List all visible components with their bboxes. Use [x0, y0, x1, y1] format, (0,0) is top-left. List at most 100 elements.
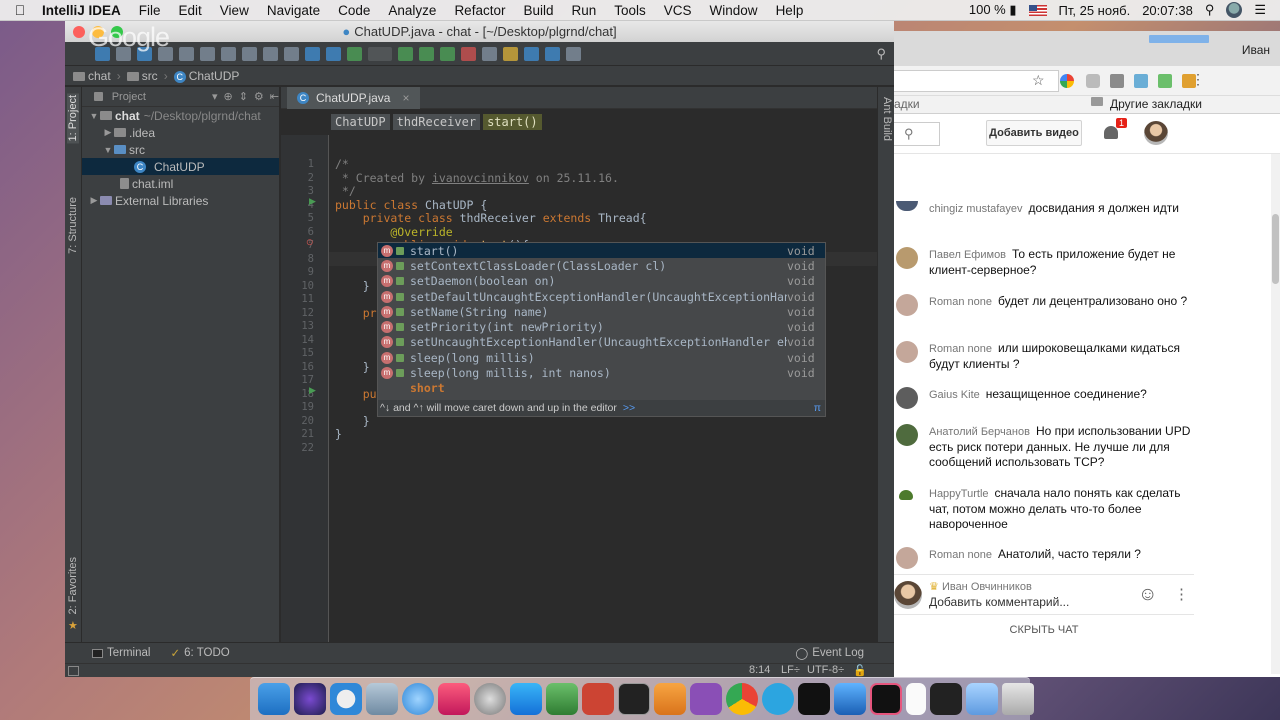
extension-icon[interactable] — [1110, 74, 1124, 88]
back-icon[interactable] — [305, 46, 320, 61]
account-avatar[interactable] — [1144, 121, 1168, 145]
scroll-from-source-icon[interactable]: ⊕ — [223, 90, 232, 103]
menu-navigate[interactable]: Navigate — [258, 3, 329, 18]
tool-windows-toggle-icon[interactable] — [68, 666, 79, 676]
github-icon[interactable] — [690, 683, 722, 715]
view-dropdown-icon[interactable]: ▾ — [212, 90, 218, 103]
replace-icon[interactable] — [284, 46, 299, 61]
chat-author[interactable]: Gaius Kite — [929, 389, 980, 401]
run-gutter-icon[interactable]: ▶ — [309, 196, 316, 207]
stop-icon[interactable] — [461, 46, 476, 61]
file-encoding[interactable]: UTF-8÷ — [807, 664, 844, 676]
debug-icon[interactable] — [419, 46, 434, 61]
chat-author[interactable]: Анатолий Берчанов — [929, 426, 1030, 438]
tab-ant-build[interactable]: Ant Build — [881, 97, 893, 141]
menu-run[interactable]: Run — [563, 3, 606, 18]
caret-position[interactable]: 8:14 — [749, 664, 770, 676]
completion-hint-more-link[interactable]: >> — [623, 402, 635, 414]
chat-author[interactable]: Roman none — [929, 549, 992, 561]
completion-item[interactable]: m sleep(long millis, int nanos) void — [378, 365, 825, 380]
menu-help[interactable]: Help — [767, 3, 813, 18]
more-options-icon[interactable]: ⋮ — [1174, 585, 1189, 603]
run-config-dropdown[interactable] — [368, 46, 392, 61]
telegram-icon[interactable] — [762, 683, 794, 715]
redo-icon[interactable] — [179, 46, 194, 61]
tree-node-idea[interactable]: ▶ .idea — [82, 124, 279, 141]
sdk-icon[interactable] — [524, 46, 539, 61]
messages-icon[interactable] — [402, 683, 434, 715]
cut-icon[interactable] — [200, 46, 215, 61]
menu-refactor[interactable]: Refactor — [445, 3, 514, 18]
app-store-icon[interactable] — [510, 683, 542, 715]
intellij-idea-icon[interactable] — [870, 683, 902, 715]
expand-arrow-icon[interactable]: ▼ — [102, 145, 114, 155]
completion-item[interactable]: m setContextClassLoader(ClassLoader cl) vo… — [378, 258, 825, 273]
terminal-button[interactable]: Terminal — [92, 647, 150, 659]
expand-arrow-icon[interactable]: ▼ — [88, 111, 100, 121]
run-icon[interactable] — [398, 46, 413, 61]
completion-item[interactable]: m setPriority(int newPriority) void — [378, 319, 825, 334]
tree-node-chatudp[interactable]: C ChatUDP — [82, 158, 279, 175]
completion-item[interactable]: m sleep(long millis) void — [378, 350, 825, 365]
completion-item[interactable]: m setName(String name) void — [378, 304, 825, 319]
tab-chatudp-java[interactable]: C ChatUDP.java × — [287, 87, 420, 109]
line-separator[interactable]: LF÷ — [781, 664, 800, 676]
app-icon[interactable] — [834, 683, 866, 715]
settings-icon[interactable] — [503, 46, 518, 61]
hide-chat-button[interactable]: СКРЫТЬ ЧАТ — [894, 614, 1194, 644]
menubar-time[interactable]: 20:07:38 — [1142, 3, 1193, 18]
expand-arrow-icon[interactable]: ▶ — [88, 195, 100, 206]
tree-node-src[interactable]: ▼ src — [82, 141, 279, 158]
code-crumb-method[interactable]: start() — [483, 114, 542, 130]
menu-build[interactable]: Build — [514, 3, 562, 18]
coverage-icon[interactable] — [440, 46, 455, 61]
project-structure-icon[interactable] — [482, 46, 497, 61]
project-view-selector[interactable]: Project — [112, 91, 146, 103]
youtube-search-button[interactable]: ⚲ — [894, 122, 940, 146]
safari-icon[interactable] — [330, 683, 362, 715]
menu-vcs[interactable]: VCS — [655, 3, 701, 18]
completion-item[interactable]: m setDaemon(boolean on) void — [378, 274, 825, 289]
spotlight-search-icon[interactable]: ⚲ — [1205, 2, 1215, 18]
star-bookmark-icon[interactable]: ☆ — [1032, 72, 1045, 89]
downloads-folder-icon[interactable] — [966, 683, 998, 715]
add-video-button[interactable]: Добавить видео — [986, 120, 1082, 146]
system-preferences-icon[interactable] — [474, 683, 506, 715]
todo-button[interactable]: ✓ 6: TODO — [170, 646, 229, 660]
bookmark-item[interactable]: адки — [894, 97, 920, 111]
apple-menu-icon[interactable]:  — [0, 2, 40, 18]
other-bookmarks[interactable]: Другие закладки — [1091, 97, 1202, 111]
completion-keyword-short[interactable]: short — [378, 381, 825, 396]
make-project-icon[interactable] — [347, 46, 362, 61]
extension-icon[interactable] — [1134, 74, 1148, 88]
profile-name[interactable]: Иван — [1242, 43, 1270, 57]
gear-icon[interactable]: ⚙ — [254, 90, 264, 103]
completion-item[interactable]: m start() void — [378, 243, 825, 259]
copy-icon[interactable] — [221, 46, 236, 61]
preview-icon[interactable] — [366, 683, 398, 715]
notification-center-icon[interactable]: ☰ — [1254, 2, 1266, 18]
nav-crumb-src[interactable]: src — [126, 69, 158, 83]
chat-author[interactable]: chingiz mustafayev — [929, 203, 1023, 215]
forward-icon[interactable] — [326, 46, 341, 61]
tree-node-chat[interactable]: ▼ chat ~/Desktop/plgrnd/chat — [82, 107, 279, 124]
collapse-all-icon[interactable]: ⇕ — [239, 90, 248, 103]
input-source-flag-icon[interactable] — [1028, 4, 1047, 16]
battery-status[interactable]: 100 % ▮ — [969, 2, 1017, 18]
menu-code[interactable]: Code — [329, 3, 379, 18]
page-scrollbar[interactable] — [1271, 154, 1280, 674]
terminal-app-icon[interactable] — [618, 683, 650, 715]
sublime-text-icon[interactable] — [654, 683, 686, 715]
emoji-icon[interactable]: ☺ — [1138, 584, 1157, 606]
screen-sharing-icon[interactable] — [546, 683, 578, 715]
document-icon[interactable] — [906, 683, 926, 715]
find-icon[interactable] — [263, 46, 278, 61]
lock-icon[interactable]: 🔓 — [853, 664, 867, 677]
nav-crumb-class[interactable]: C ChatUDP — [173, 69, 239, 83]
tree-node-external-libraries[interactable]: ▶ External Libraries — [82, 192, 279, 209]
chrome-menu-icon[interactable]: ⋮ — [1191, 71, 1205, 88]
paste-icon[interactable] — [242, 46, 257, 61]
tree-node-chat-iml[interactable]: chat.iml — [82, 175, 279, 192]
tab-favorites[interactable]: 2: Favorites — [67, 557, 79, 614]
completion-item[interactable]: m setUncaughtExceptionHandler(UncaughtExc… — [378, 335, 825, 350]
